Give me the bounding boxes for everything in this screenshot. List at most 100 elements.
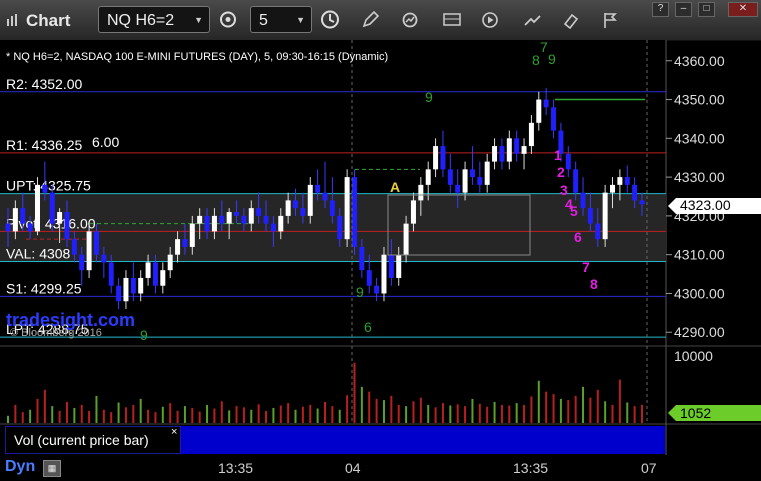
svg-text:4323.00: 4323.00	[680, 197, 731, 213]
candle-body	[329, 200, 335, 216]
level-label: VAL: 4308	[6, 245, 71, 261]
candle-body	[433, 146, 439, 170]
candle-body	[374, 285, 380, 294]
y-tick-label: 4340.00	[674, 130, 725, 146]
seq-count-label: 9	[140, 327, 148, 343]
candle-body	[573, 169, 579, 193]
candle-body	[20, 208, 26, 224]
candle-body	[138, 277, 144, 294]
dynamic-button[interactable]: Dyn	[5, 458, 35, 476]
candle-body	[116, 285, 122, 302]
candle-body	[278, 215, 284, 232]
candle-body	[595, 223, 601, 240]
candle-body	[93, 231, 99, 255]
price-chart: R2: 4352.00R1: 4336.25UPT: 4325.75Pivot:…	[0, 40, 761, 455]
clock-icon[interactable]	[316, 6, 344, 33]
x-tick-label: 13:35	[218, 460, 254, 476]
candle-body	[108, 262, 114, 286]
candle-body	[403, 223, 409, 255]
indicator-tab-bar[interactable]	[181, 426, 665, 454]
candle-body	[528, 122, 534, 147]
candle-body	[484, 161, 490, 185]
y-tick-label: 4330.00	[674, 169, 725, 185]
candle-body	[167, 254, 173, 271]
grid-icon[interactable]	[442, 10, 462, 30]
refresh-icon[interactable]	[400, 10, 420, 30]
candle-body	[580, 192, 586, 209]
candle-body	[300, 208, 306, 216]
candle-body	[285, 200, 291, 216]
candle-body	[477, 177, 483, 185]
level-overlay-text: 6.00	[92, 134, 119, 150]
copyright: © Bloomberg 2016	[10, 327, 102, 339]
candle-body	[64, 212, 70, 240]
symbol-value: NQ H6=2	[107, 12, 175, 29]
close-icon[interactable]: ×	[171, 426, 177, 438]
candle-body	[130, 277, 136, 294]
candle-body	[551, 107, 557, 131]
interval-value: 5	[259, 12, 268, 29]
level-label: R1: 4336.25	[6, 137, 82, 153]
volume-tick-label: 10000	[674, 348, 713, 364]
candle-body	[381, 254, 387, 294]
calendar-icon[interactable]: ▦	[43, 460, 61, 477]
candle-body	[152, 262, 158, 286]
chart-app-icon	[7, 14, 17, 26]
close-button[interactable]: ✕	[728, 2, 758, 17]
candle-body	[123, 277, 129, 302]
candle-body	[219, 215, 225, 224]
candle-body	[425, 169, 431, 185]
candle-body	[256, 208, 262, 216]
seq-count-label: 9	[356, 284, 364, 300]
y-tick-label: 4350.00	[674, 92, 725, 108]
candle-body	[12, 208, 18, 232]
candle-body	[396, 254, 402, 278]
chevron-down-icon: ▼	[296, 15, 305, 25]
y-tick-label: 4310.00	[674, 247, 725, 263]
seq-count-label: 5	[570, 203, 578, 219]
chevron-down-icon: ▼	[194, 15, 203, 25]
play-icon[interactable]	[480, 10, 500, 30]
candle-body	[49, 192, 55, 224]
x-tick-label: 04	[345, 460, 361, 476]
candle-body	[34, 184, 40, 232]
seq-count-label: 6	[364, 319, 372, 335]
volume-indicator-label: Vol (current price bar)	[5, 426, 181, 454]
interval-dropdown[interactable]: 5 ▼	[250, 6, 312, 33]
candle-body	[499, 146, 505, 162]
help-button[interactable]: ?	[652, 2, 669, 17]
symbol-dropdown[interactable]: NQ H6=2 ▼	[98, 6, 210, 33]
candle-body	[204, 215, 210, 232]
candle-body	[506, 138, 512, 162]
eraser-icon[interactable]	[561, 10, 581, 30]
minimize-button[interactable]: –	[675, 2, 692, 17]
candle-body	[71, 239, 77, 255]
candle-body	[418, 184, 424, 201]
y-tick-label: 4290.00	[674, 324, 725, 340]
candle-body	[469, 169, 475, 178]
candle-body	[57, 212, 63, 224]
candle-body	[145, 262, 151, 278]
pencil-icon[interactable]	[360, 10, 380, 30]
marker-a: A	[390, 179, 400, 195]
candle-body	[514, 138, 520, 154]
candle-body	[160, 270, 166, 286]
candle-body	[587, 208, 593, 224]
candle-body	[447, 169, 453, 185]
candle-body	[351, 177, 357, 247]
candle-body	[86, 231, 92, 271]
level-label: R2: 4352.00	[6, 76, 82, 92]
settings-icon[interactable]	[214, 6, 242, 33]
flag-icon[interactable]	[600, 10, 620, 30]
x-tick-label: 13:35	[513, 460, 549, 476]
candle-body	[455, 184, 461, 193]
candle-body	[536, 99, 542, 123]
svg-text:1052: 1052	[680, 405, 711, 421]
candle-body	[624, 177, 630, 185]
candle-body	[639, 200, 645, 205]
candle-body	[42, 184, 48, 193]
draw-icon[interactable]	[522, 10, 542, 30]
candle-body	[182, 239, 188, 247]
maximize-button[interactable]: □	[698, 2, 715, 17]
candle-body	[462, 169, 468, 193]
